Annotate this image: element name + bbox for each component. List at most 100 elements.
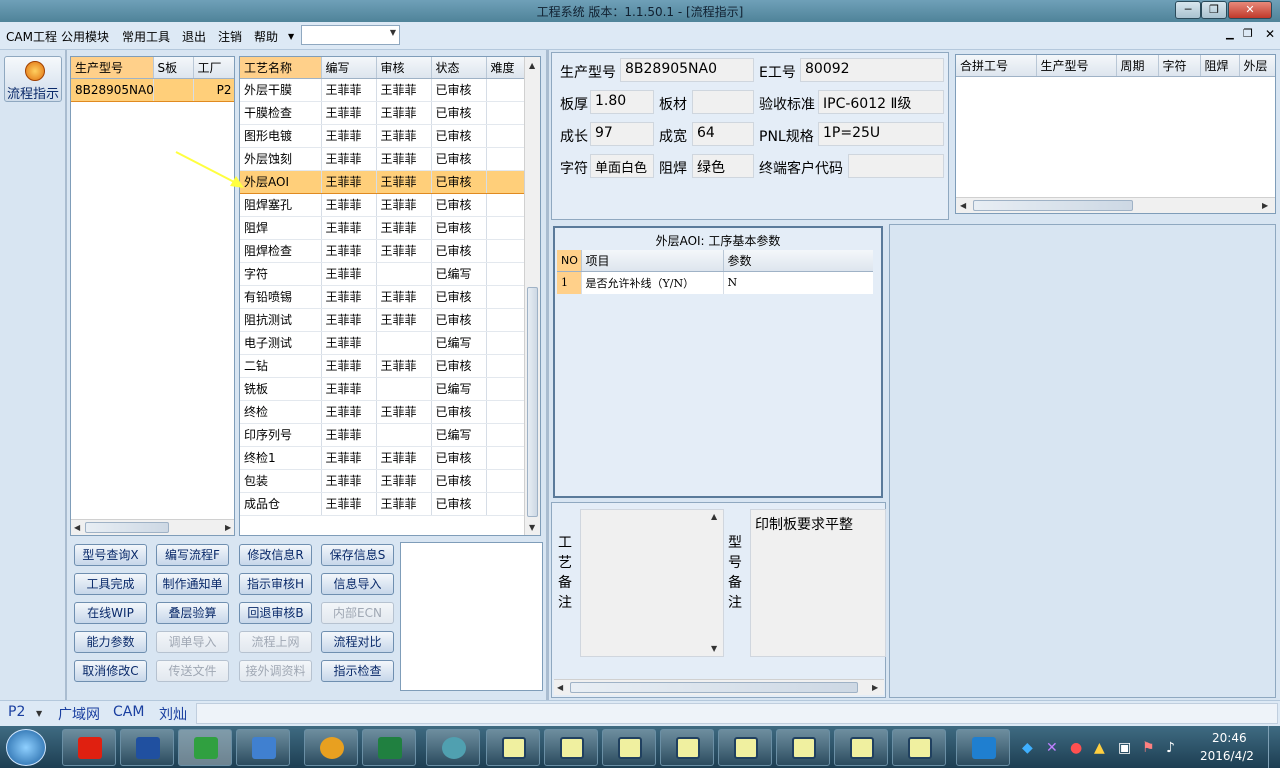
status-cell[interactable]: 已审核 [431, 400, 487, 424]
length-field[interactable]: 97 [590, 122, 654, 146]
process-name-cell[interactable]: 有铅喷锡 [240, 285, 322, 309]
column-header[interactable]: S板 [153, 57, 194, 79]
difficulty-cell[interactable] [486, 354, 525, 378]
scroll-down-icon[interactable]: ▼ [529, 523, 535, 532]
taskbar-app[interactable] [362, 729, 416, 766]
mdi-minimize-icon[interactable]: ▁ [1226, 29, 1234, 40]
action-button[interactable]: 指示检查 [321, 660, 394, 682]
action-button[interactable]: 制作通知单 [156, 573, 229, 595]
status-cell[interactable]: 已编写 [431, 377, 487, 401]
merge-grid[interactable]: 合拼工号 生产型号 周期 字符 阻焊 外层 ◀ ▶ [955, 54, 1276, 214]
menu-exit[interactable]: 退出 [182, 28, 206, 45]
taskbar-window[interactable] [544, 729, 598, 766]
factory-selector[interactable]: P2 [8, 704, 25, 720]
char-field[interactable]: 单面白色 [590, 154, 654, 178]
difficulty-cell[interactable] [486, 216, 525, 240]
author-cell[interactable]: 王菲菲 [321, 147, 377, 171]
horizontal-scrollbar[interactable]: ◀ ▶ [71, 519, 234, 535]
process-name-cell[interactable]: 阻焊检查 [240, 239, 322, 263]
taskbar-window[interactable] [892, 729, 946, 766]
author-cell[interactable]: 王菲菲 [321, 492, 377, 516]
params-grid[interactable]: NO 项目 参数 1 是否允许补线（Y/N） N [557, 250, 873, 294]
author-cell[interactable]: 王菲菲 [321, 262, 377, 286]
column-header[interactable]: 周期 [1116, 55, 1159, 77]
splitter[interactable] [546, 50, 549, 700]
process-name-cell[interactable]: 电子测试 [240, 331, 322, 355]
action-button[interactable]: 接外调资料 [239, 660, 312, 682]
vertical-scrollbar[interactable]: ▲ ▼ [524, 57, 540, 535]
table-row[interactable]: 1 是否允许补线（Y/N） N [557, 271, 873, 294]
mask-field[interactable]: 绿色 [692, 154, 754, 178]
column-header[interactable]: NO [557, 250, 582, 272]
pnl-field[interactable]: 1P=25U [818, 122, 944, 146]
action-button[interactable]: 修改信息R [239, 544, 312, 566]
menu-combo[interactable]: ▼ [301, 25, 400, 45]
column-header[interactable]: 审核 [376, 57, 432, 79]
difficulty-cell[interactable] [486, 262, 525, 286]
mdi-restore-icon[interactable]: ❐ [1243, 27, 1253, 40]
process-name-cell[interactable]: 阻焊 [240, 216, 322, 240]
action-button[interactable]: 编写流程F [156, 544, 229, 566]
tray-warning-icon[interactable]: ▲ [1094, 740, 1105, 756]
status-cell[interactable]: 已审核 [431, 239, 487, 263]
action-button[interactable]: 指示审核H [239, 573, 312, 595]
reviewer-cell[interactable] [376, 423, 432, 447]
table-row[interactable]: 图形电镀 王菲菲 王菲菲 已审核 [240, 124, 525, 148]
column-header[interactable]: 合拼工号 [956, 55, 1037, 77]
model-notes-field[interactable]: 印制板要求平整 [750, 509, 886, 657]
column-header[interactable]: 项目 [581, 250, 724, 272]
tray-network-icon[interactable]: ▣ [1118, 740, 1131, 756]
process-name-cell[interactable]: 阻焊塞孔 [240, 193, 322, 217]
reviewer-cell[interactable]: 王菲菲 [376, 169, 432, 194]
process-name-cell[interactable]: 印序列号 [240, 423, 322, 447]
menu-cam[interactable]: CAM工程 [6, 28, 57, 45]
reviewer-cell[interactable] [376, 377, 432, 401]
process-notes-field[interactable] [580, 509, 724, 657]
process-name-cell[interactable]: 外层蚀刻 [240, 147, 322, 171]
difficulty-cell[interactable] [486, 124, 525, 148]
scroll-right-icon[interactable]: ▶ [225, 523, 231, 532]
mdi-close-icon[interactable]: ✕ [1265, 27, 1275, 41]
status-cell[interactable]: 已审核 [431, 216, 487, 240]
column-header[interactable]: 外层 [1239, 55, 1275, 77]
horizontal-scrollbar[interactable]: ◀ ▶ [956, 197, 1275, 213]
action-button[interactable]: 叠层验算 [156, 602, 229, 624]
scroll-up-icon[interactable]: ▲ [529, 61, 535, 70]
process-name-cell[interactable]: 二钻 [240, 354, 322, 378]
process-grid[interactable]: 工艺名称 编写 审核 状态 难度 外层干膜 王菲菲 王菲菲 已审核 干膜检查 王菲菲 王菲菲… [239, 56, 541, 536]
taskbar-app[interactable] [236, 729, 290, 766]
reviewer-cell[interactable]: 王菲菲 [376, 78, 432, 102]
author-cell[interactable]: 王菲菲 [321, 446, 377, 470]
status-cell[interactable]: 已审核 [431, 354, 487, 378]
difficulty-cell[interactable] [486, 400, 525, 424]
action-button[interactable]: 流程上网 [239, 631, 312, 653]
process-name-cell[interactable]: 干膜检查 [240, 101, 322, 125]
process-name-cell[interactable]: 铣板 [240, 377, 322, 401]
model-grid[interactable]: 生产型号 S板 工厂 8B28905NA0 P2 ◀ ▶ [70, 56, 235, 536]
author-cell[interactable]: 王菲菲 [321, 308, 377, 332]
reviewer-cell[interactable]: 王菲菲 [376, 147, 432, 171]
scroll-down-icon[interactable]: ▼ [711, 644, 717, 653]
column-header[interactable]: 生产型号 [71, 57, 154, 79]
reviewer-cell[interactable]: 王菲菲 [376, 446, 432, 470]
taskbar-window[interactable] [718, 729, 772, 766]
action-button[interactable]: 型号查询X [74, 544, 147, 566]
tray-flag-icon[interactable]: ⚑ [1142, 740, 1155, 756]
scroll-thumb[interactable] [85, 522, 169, 533]
clock-time[interactable]: 20:46 [1212, 731, 1247, 745]
difficulty-cell[interactable] [486, 78, 525, 102]
reviewer-cell[interactable]: 王菲菲 [376, 101, 432, 125]
author-cell[interactable]: 王菲菲 [321, 216, 377, 240]
tray-volume-icon[interactable]: ♪ [1166, 740, 1175, 756]
process-name-cell[interactable]: 阻抗测试 [240, 308, 322, 332]
difficulty-cell[interactable] [486, 377, 525, 401]
menu-common-modules[interactable]: 公用模块 [61, 28, 109, 45]
status-cell[interactable]: 已审核 [431, 193, 487, 217]
status-cell[interactable]: 已审核 [431, 285, 487, 309]
status-cell[interactable]: 已编写 [431, 262, 487, 286]
scroll-up-icon[interactable]: ▲ [711, 512, 717, 521]
process-name-cell[interactable]: 包装 [240, 469, 322, 493]
process-name-cell[interactable]: 字符 [240, 262, 322, 286]
menu-logout[interactable]: 注销 [218, 28, 242, 45]
table-row[interactable]: 有铅喷锡 王菲菲 王菲菲 已审核 [240, 285, 525, 309]
